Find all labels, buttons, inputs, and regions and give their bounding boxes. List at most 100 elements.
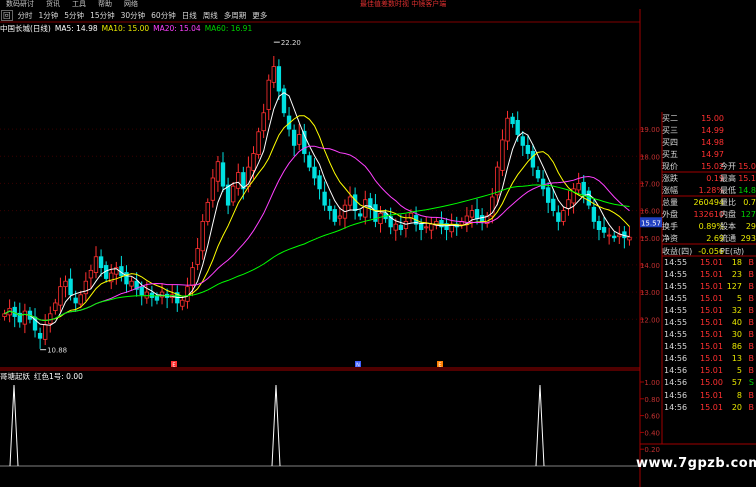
quote-label-2: 最低 xyxy=(720,186,736,196)
candle-body xyxy=(200,221,205,252)
quote-label-2: PE(动) xyxy=(720,246,745,256)
price-axis-label: 18.00 xyxy=(640,153,660,161)
tick-vol: 23 xyxy=(731,269,742,279)
tick-p: 15.01 xyxy=(700,330,723,340)
tick-p: 15.01 xyxy=(700,318,723,328)
tick-bs: B xyxy=(748,342,755,352)
candle-body xyxy=(144,291,149,299)
tick-row: 14:56 15.01 5 B xyxy=(662,365,756,377)
candle-body xyxy=(535,169,541,179)
candle-body xyxy=(266,79,271,110)
tick-bs: B xyxy=(748,281,755,291)
candle-body xyxy=(93,256,99,273)
quote-label: 总量 xyxy=(662,198,678,208)
tick-t: 14:55 xyxy=(664,293,688,303)
quote-label: 收益(四) xyxy=(662,246,693,256)
event-mark: N xyxy=(356,363,360,369)
quote-label-2: 今开 xyxy=(720,161,736,171)
candle-body xyxy=(83,280,89,295)
quote-label-2: 量比 xyxy=(720,198,736,208)
current-price-tag: 15.57 xyxy=(641,219,661,227)
tick-vol: 13 xyxy=(731,354,742,364)
candle-body xyxy=(545,187,551,203)
quote-value-2: 14.8 xyxy=(738,186,756,196)
candle-body xyxy=(429,223,434,231)
candle-body xyxy=(358,213,363,217)
candle-body xyxy=(251,153,256,171)
candle-body xyxy=(617,234,622,238)
kline-chart[interactable]: 19.00 18.00 17.00 16.00 15.00 14.00 13.00 12.00… xyxy=(0,0,756,487)
tick-row: 14:56 15.00 57 S xyxy=(662,377,756,389)
candle-body xyxy=(561,210,566,222)
tick-bs: B xyxy=(748,257,755,267)
quote-row: 涨跌 0.19 最高 15.1 xyxy=(662,172,756,184)
ma-line-ma20 xyxy=(4,145,630,322)
candle-body xyxy=(627,236,632,241)
candle-body xyxy=(317,175,322,190)
indicator-name: 哥塘起妖 xyxy=(0,372,30,381)
low-label: 10.88 xyxy=(47,347,67,355)
quote-row: 现价 15.02 今开 15.0 xyxy=(662,160,756,172)
tick-t: 14:56 xyxy=(664,366,688,376)
quote-value: 15.00 xyxy=(701,113,724,123)
quote-panel: 买二 15.00 买三 14.99 买四 14.98 买五 14.97 现价 15.02 今开 15.… xyxy=(662,112,756,257)
candle-body xyxy=(190,267,195,286)
tick-row: 14:55 15.01 18 B xyxy=(662,256,756,268)
indicator-spike xyxy=(271,384,281,467)
candle-body xyxy=(591,206,597,222)
candle-body xyxy=(58,286,63,306)
candle-body xyxy=(68,278,73,296)
candle-body xyxy=(307,155,312,168)
high-label: 22.20 xyxy=(281,39,301,47)
tick-vol: 127 xyxy=(726,281,742,291)
candle-body xyxy=(291,129,297,146)
tick-t: 14:55 xyxy=(664,330,688,340)
quote-row: 换手 0.89% 股本 29 xyxy=(662,221,756,233)
candle-body xyxy=(220,162,226,187)
tick-row: 14:55 15.01 23 B xyxy=(662,268,756,280)
candle-body xyxy=(403,221,409,229)
tick-p: 15.01 xyxy=(700,354,723,364)
quote-value-2: 15.1 xyxy=(738,174,756,184)
tick-p: 15.01 xyxy=(700,402,723,412)
candle-body xyxy=(500,139,505,171)
candle-body xyxy=(210,177,216,201)
tick-t: 14:55 xyxy=(664,269,688,279)
tick-list: 14:55 15.01 18 B 14:55 15.01 23 B 14:55 15.01 127 B… xyxy=(662,256,756,413)
candle-body xyxy=(586,190,591,206)
candle-body xyxy=(510,116,515,125)
price-axis-label: 12.00 xyxy=(640,316,660,324)
quote-row: 买二 15.00 xyxy=(662,112,756,124)
price-axis-label: 17.00 xyxy=(640,180,660,188)
quote-label-2: 流通 xyxy=(720,234,736,244)
price-axis-label: 19.00 xyxy=(640,126,660,134)
quote-label: 买二 xyxy=(662,113,678,123)
tick-bs: B xyxy=(748,269,755,279)
tick-row: 14:56 15.01 8 B xyxy=(662,389,756,401)
quote-label-2: 内盘 xyxy=(720,210,736,220)
tick-row: 14:56 15.01 20 B xyxy=(662,401,756,413)
tick-vol: 5 xyxy=(736,366,742,376)
quote-row: 总量 260494 量比 0.7 xyxy=(662,197,756,209)
candle-body xyxy=(73,297,78,304)
tick-row: 14:55 15.01 86 B xyxy=(662,341,756,353)
quote-row: 净资 2.69 流通 293 xyxy=(662,233,756,245)
tick-t: 14:56 xyxy=(664,378,688,388)
quote-label: 现价 xyxy=(662,161,678,171)
tick-bs: B xyxy=(748,330,755,340)
tick-row: 14:55 15.01 127 B xyxy=(662,280,756,292)
tick-p: 15.01 xyxy=(700,257,723,267)
candle-body xyxy=(525,144,531,154)
price-axis-label: 13.00 xyxy=(640,289,660,297)
candle-body xyxy=(393,223,398,231)
tick-p: 15.01 xyxy=(700,281,723,291)
candle-body xyxy=(337,215,343,219)
candle-body xyxy=(540,178,546,190)
quote-label: 买五 xyxy=(662,149,678,159)
tick-vol: 20 xyxy=(731,402,742,412)
quote-row: 买四 14.98 xyxy=(662,136,756,148)
candle-body xyxy=(530,150,536,168)
candle-body xyxy=(276,66,282,92)
candle-body xyxy=(312,166,317,179)
candle-body xyxy=(48,313,53,324)
